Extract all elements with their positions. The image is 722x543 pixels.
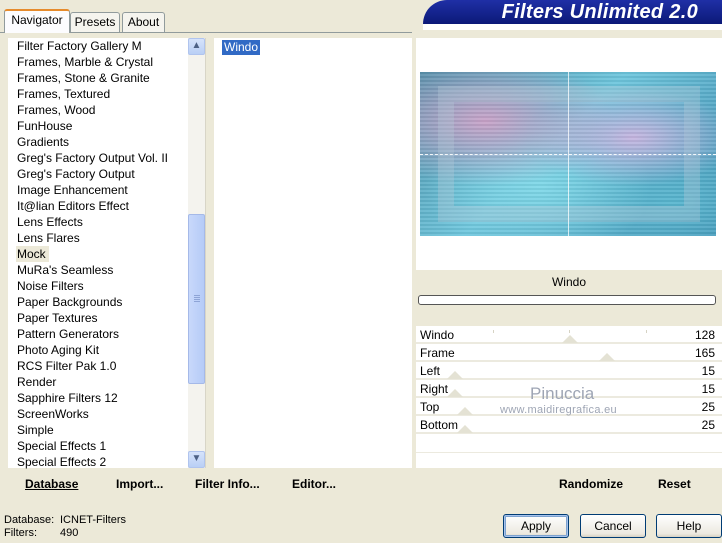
help-button-label: Help: [676, 519, 702, 533]
category-item[interactable]: Lens Effects: [16, 214, 86, 230]
slider-thumb[interactable]: [447, 389, 463, 397]
category-item[interactable]: Sapphire Filters 12: [16, 390, 121, 406]
cancel-button-label: Cancel: [594, 519, 632, 533]
category-item[interactable]: Render: [16, 374, 59, 390]
scroll-up-button[interactable]: ▲: [188, 38, 205, 55]
slider-label: Bottom: [420, 418, 459, 432]
category-item[interactable]: ScreenWorks: [16, 406, 92, 422]
category-item[interactable]: Greg's Factory Output: [16, 166, 138, 182]
filter-info-button[interactable]: Filter Info...: [195, 477, 260, 491]
slider-row-windo[interactable]: Windo 128: [416, 326, 722, 344]
category-item[interactable]: Simple: [16, 422, 57, 438]
slider-label: Windo: [420, 328, 455, 342]
apply-button[interactable]: Apply: [503, 514, 569, 538]
slider-thumb[interactable]: [457, 425, 473, 433]
slider-row-left[interactable]: Left 15: [416, 362, 722, 380]
category-item[interactable]: Filter Factory Gallery M: [16, 38, 145, 54]
action-bar: Database Import... Filter Info... Editor…: [8, 470, 722, 500]
slider-label: Frame: [420, 346, 455, 360]
cancel-button[interactable]: Cancel: [580, 514, 646, 538]
scroll-down-button[interactable]: ▼: [188, 451, 205, 468]
category-item[interactable]: Image Enhancement: [16, 182, 131, 198]
filter-name-display: Windo: [416, 272, 722, 292]
slider-thumb[interactable]: [457, 407, 473, 415]
tab-navigator[interactable]: Navigator: [4, 9, 70, 33]
category-item[interactable]: Special Effects 2: [16, 454, 109, 470]
category-item[interactable]: It@lian Editors Effect: [16, 198, 132, 214]
category-item[interactable]: Lens Flares: [16, 230, 83, 246]
chevron-down-icon: ▼: [191, 453, 202, 464]
slider-label: Top: [420, 400, 440, 414]
status-database-value: ICNET-Filters: [60, 514, 126, 526]
status-filters-value: 490: [60, 527, 79, 539]
slider-label: Right: [420, 382, 449, 396]
apply-button-label: Apply: [520, 519, 552, 533]
scroll-thumb[interactable]: [188, 214, 205, 384]
category-item[interactable]: Paper Backgrounds: [16, 294, 125, 310]
watermark-site: www.maidiregrafica.eu: [500, 404, 617, 416]
database-button[interactable]: Database: [25, 477, 78, 491]
slider-value: 15: [701, 364, 715, 378]
slider-value: 15: [701, 382, 715, 396]
banner-underline: [423, 24, 722, 30]
category-item[interactable]: MuRa's Seamless: [16, 262, 116, 278]
category-item[interactable]: FunHouse: [16, 118, 75, 134]
slider-label: Left: [420, 364, 441, 378]
chevron-up-icon: ▲: [191, 40, 202, 51]
tab-about-label: About: [127, 15, 160, 29]
category-item[interactable]: Mock: [16, 246, 49, 262]
slider-row-bottom[interactable]: Bottom 25: [416, 416, 722, 434]
status-filters-label: Filters:: [4, 527, 37, 539]
tab-presets-label: Presets: [74, 15, 116, 29]
filter-item-label: Windo: [224, 40, 259, 54]
empty-parameter-row: [416, 452, 722, 468]
category-item[interactable]: Frames, Wood: [16, 102, 98, 118]
status-database-label: Database:: [4, 514, 55, 526]
category-item[interactable]: Frames, Stone & Granite: [16, 70, 153, 86]
editor-button[interactable]: Editor...: [292, 477, 336, 491]
status-database: Database: ICNET-Filters: [4, 514, 126, 527]
import-button[interactable]: Import...: [116, 477, 163, 491]
slider-thumb[interactable]: [599, 353, 615, 361]
category-item[interactable]: Gradients: [16, 134, 72, 150]
category-item[interactable]: Paper Textures: [16, 310, 101, 326]
category-item[interactable]: Frames, Marble & Crystal: [16, 54, 156, 70]
app-banner: Filters Unlimited 2.0: [423, 0, 722, 24]
slider-value: 25: [701, 400, 715, 414]
category-scrollbar[interactable]: ▲ ▼: [188, 38, 205, 468]
filter-list: Windo: [214, 38, 412, 468]
banner-title: Filters Unlimited 2.0: [501, 1, 698, 23]
category-item[interactable]: Frames, Textured: [16, 86, 113, 102]
tab-navigator-label: Navigator: [11, 13, 63, 27]
randomize-button[interactable]: Randomize: [559, 477, 623, 491]
reset-button[interactable]: Reset: [658, 477, 691, 491]
status-filters: Filters: 490: [4, 527, 78, 540]
category-item[interactable]: Pattern Generators: [16, 326, 122, 342]
filter-name-label: Windo: [551, 275, 586, 289]
category-item[interactable]: Special Effects 1: [16, 438, 109, 454]
category-list: Filter Factory Gallery M Frames, Marble &…: [8, 38, 206, 470]
progress-bar: [418, 295, 716, 305]
category-item[interactable]: Noise Filters: [16, 278, 87, 294]
category-item[interactable]: RCS Filter Pak 1.0: [16, 358, 119, 374]
slider-value: 25: [701, 418, 715, 432]
category-item[interactable]: Photo Aging Kit: [16, 342, 102, 358]
tab-presets[interactable]: Presets: [70, 12, 120, 32]
slider-thumb[interactable]: [562, 335, 578, 343]
slider-thumb[interactable]: [447, 371, 463, 379]
help-button[interactable]: Help: [656, 514, 722, 538]
slider-value: 165: [694, 346, 715, 360]
preview-image[interactable]: [420, 72, 716, 236]
preview-horizontal-guide: [420, 154, 716, 155]
filter-item-windo[interactable]: Windo: [222, 40, 261, 55]
tab-about[interactable]: About: [122, 12, 165, 32]
category-item[interactable]: Greg's Factory Output Vol. II: [16, 150, 171, 166]
watermark-name: Pinuccia: [530, 384, 595, 403]
slider-row-frame[interactable]: Frame 165: [416, 344, 722, 362]
slider-value: 128: [694, 328, 715, 342]
